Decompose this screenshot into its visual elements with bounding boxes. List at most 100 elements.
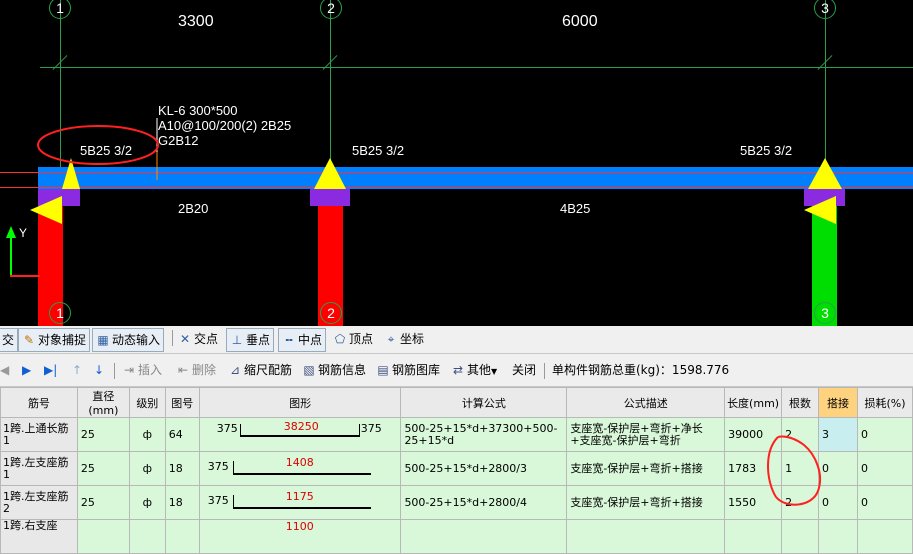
cell-formula[interactable]: 500-25+15*d+2800/3 xyxy=(400,451,568,486)
shape-bar-line xyxy=(239,435,360,437)
rebar-library-button[interactable]: ▤ 钢筋图库 xyxy=(376,359,440,381)
perpendicular-icon: ⊥ xyxy=(231,333,243,347)
cell-grade[interactable]: ф xyxy=(128,451,166,486)
toolbar-separator xyxy=(114,363,115,379)
scale-rebar-icon: ⊿ xyxy=(229,363,241,377)
cell-loss[interactable]: 0 xyxy=(856,451,913,486)
cell-loss[interactable]: 0 xyxy=(856,417,913,452)
shape-left-length: 375 xyxy=(207,460,229,473)
cell-figure-no[interactable]: 18 xyxy=(164,485,200,520)
marker-triangle-up-3 xyxy=(808,158,842,189)
cell-shape[interactable]: 375 1408 xyxy=(198,451,402,486)
marker-triangle-up-2 xyxy=(314,158,346,189)
marker-triangle-left-3 xyxy=(804,196,836,224)
cell-rebar-no[interactable]: 1跨.右支座 xyxy=(0,519,78,554)
header-count[interactable]: 根数 xyxy=(781,387,820,418)
cell-formula[interactable]: 500-25+15*d+2800/4 xyxy=(400,485,568,520)
dynamic-input-button[interactable]: ▦ 动态输入 xyxy=(92,328,165,352)
snap-toolbar: 交 ✎ 对象捕捉 ▦ 动态输入 ✕ 交点 ⊥ 垂点 ╍ 中点 ⬠ 顶点 ⌖ 坐标 xyxy=(0,326,913,354)
header-rebar-no[interactable]: 筋号 xyxy=(0,387,78,418)
delete-icon: ⇤ xyxy=(177,363,189,377)
rebar-info-icon: ▧ xyxy=(303,363,315,377)
cell-count[interactable] xyxy=(781,519,820,554)
delete-button[interactable]: ⇤ 删除 xyxy=(176,359,216,381)
header-diameter[interactable]: 直径(mm) xyxy=(76,387,130,418)
header-lap[interactable]: 搭接 xyxy=(818,387,858,418)
shape-left-length: 375 xyxy=(207,494,229,507)
cell-formula-desc[interactable]: 支座宽-保护层+弯折+搭接 xyxy=(566,451,726,486)
cell-formula[interactable] xyxy=(400,519,568,554)
shape-mid-length: 1100 xyxy=(285,520,314,533)
ucs-y-label: Y xyxy=(19,226,28,240)
snap-intersection-button[interactable]: ✕ 交点 xyxy=(178,328,218,350)
cell-length[interactable] xyxy=(724,519,783,554)
cell-shape[interactable]: 375 38250 375 xyxy=(198,417,402,452)
cell-formula-desc[interactable]: 支座宽-保护层+弯折+净长+支座宽-保护层+弯折 xyxy=(566,417,726,452)
table-row[interactable]: 1跨.右支座 1100 xyxy=(0,519,913,554)
chevron-down-icon: ▼ xyxy=(491,367,498,376)
nav-last-button[interactable]: ▶| xyxy=(44,359,57,381)
insert-icon: ⇥ xyxy=(123,363,135,377)
object-snap-button[interactable]: ✎ 对象捕捉 xyxy=(18,328,91,352)
rebar-shape-figure: 375 38250 375 xyxy=(200,419,400,451)
scale-rebar-button[interactable]: ⊿ 缩尺配筋 xyxy=(228,359,292,381)
cell-shape[interactable]: 1100 xyxy=(198,519,402,554)
rebar-library-icon: ▤ xyxy=(377,363,389,377)
other-icon: ⇄ xyxy=(452,363,464,377)
header-grade[interactable]: 级别 xyxy=(128,387,166,418)
snap-perpendicular-button[interactable]: ⊥ 垂点 xyxy=(226,328,275,352)
cell-formula-desc[interactable]: 支座宽-保护层+弯折+搭接 xyxy=(566,485,726,520)
header-formula-desc[interactable]: 公式描述 xyxy=(566,387,726,418)
other-dropdown-button[interactable]: ⇄ 其他▼ xyxy=(451,359,497,381)
header-figure-no[interactable]: 图号 xyxy=(164,387,200,418)
nav-next-button[interactable]: ▶ xyxy=(22,359,31,381)
move-up-button[interactable]: ↑ xyxy=(72,359,82,381)
cell-formula-desc[interactable] xyxy=(566,519,726,554)
cell-diameter[interactable]: 25 xyxy=(76,485,130,520)
nav-prev-button[interactable]: ◀ xyxy=(0,359,9,381)
cell-shape[interactable]: 375 1175 xyxy=(198,485,402,520)
cell-grade[interactable]: ф xyxy=(128,485,166,520)
bottom-rebar-label-2: 4B25 xyxy=(560,201,591,216)
cell-diameter[interactable]: 25 xyxy=(76,417,130,452)
shape-bar-line xyxy=(232,507,371,509)
shape-left-length: 375 xyxy=(216,422,238,435)
header-loss[interactable]: 损耗(%) xyxy=(856,387,913,418)
header-formula[interactable]: 计算公式 xyxy=(400,387,568,418)
snap-vertex-button[interactable]: ⬠ 顶点 xyxy=(333,328,373,350)
cell-diameter[interactable]: 25 xyxy=(76,451,130,486)
close-button[interactable]: 关闭 xyxy=(512,359,536,381)
cell-figure-no[interactable]: 18 xyxy=(164,451,200,486)
insert-button[interactable]: ⇥ 插入 xyxy=(122,359,162,381)
rebar-detail-table: 筋号 直径(mm) 级别 图号 图形 计算公式 公式描述 长度(mm) 根数 搭… xyxy=(0,387,913,554)
cell-grade[interactable]: ф xyxy=(128,417,166,452)
intersection-icon: ✕ xyxy=(179,332,191,346)
rebar-info-button[interactable]: ▧ 钢筋信息 xyxy=(302,359,366,381)
cell-loss[interactable] xyxy=(856,519,913,554)
cell-figure-no[interactable] xyxy=(164,519,200,554)
cell-formula[interactable]: 500-25+15*d+37300+500-25+15*d xyxy=(400,417,568,452)
cell-loss[interactable]: 0 xyxy=(856,485,913,520)
rebar-edit-toolbar: ◀ ▶ ▶| ↑ ↓ ⇥ 插入 ⇤ 删除 ⊿ 缩尺配筋 ▧ 钢筋信息 ▤ 钢筋图库 ⇄ 其他… xyxy=(0,354,913,387)
table-header-row: 筋号 直径(mm) 级别 图号 图形 计算公式 公式描述 长度(mm) 根数 搭… xyxy=(0,387,913,418)
toolbar-separator xyxy=(172,330,173,346)
coordinate-icon: ⌖ xyxy=(387,332,395,346)
cell-lap[interactable] xyxy=(818,519,858,554)
top-rebar-label-2: 5B25 3/2 xyxy=(352,143,405,158)
cell-rebar-no[interactable]: 1跨.左支座筋1 xyxy=(0,451,78,486)
snap-coordinate-button[interactable]: ⌖ 坐标 xyxy=(384,328,424,350)
header-shape[interactable]: 图形 xyxy=(198,387,402,418)
cad-drawing-canvas[interactable]: 1 2 3 3300 6000 Y 1 2 3 KL-6 300*500 A10… xyxy=(0,0,913,326)
move-down-button[interactable]: ↓ xyxy=(94,359,104,381)
rebar-shape-figure: 1100 xyxy=(200,520,400,553)
object-snap-icon: ✎ xyxy=(23,333,35,347)
cell-rebar-no[interactable]: 1跨.左支座筋2 xyxy=(0,485,78,520)
cell-diameter[interactable] xyxy=(76,519,130,554)
snap-intersect-partial-button[interactable]: 交 xyxy=(0,328,19,352)
cell-figure-no[interactable]: 64 xyxy=(164,417,200,452)
cell-rebar-no[interactable]: 1跨.上通长筋1 xyxy=(0,417,78,452)
cell-grade[interactable] xyxy=(128,519,166,554)
snap-midpoint-button[interactable]: ╍ 中点 xyxy=(278,328,327,352)
header-length[interactable]: 长度(mm) xyxy=(724,387,783,418)
ucs-y-arrow xyxy=(6,226,16,238)
